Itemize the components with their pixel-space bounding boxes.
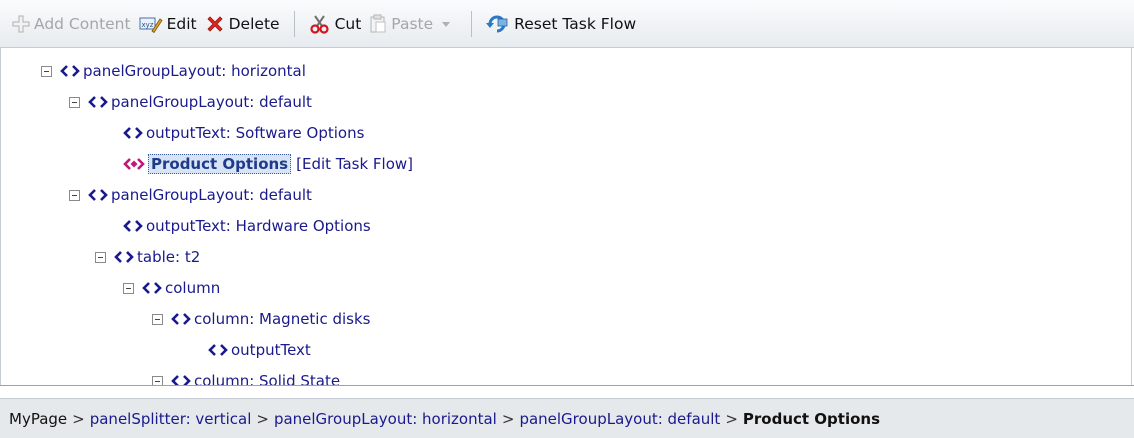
tree-node[interactable]: column (123, 275, 220, 301)
cut-button[interactable]: Cut (305, 8, 366, 40)
tree-node[interactable]: table: t2 (95, 244, 200, 270)
component-icon (60, 65, 80, 77)
edit-icon: xyz (139, 17, 163, 33)
tree-node[interactable]: outputText: Software Options (123, 120, 364, 146)
paste-icon (370, 14, 386, 32)
tree-node[interactable]: panelGroupLayout: horizontal (41, 58, 306, 84)
breadcrumb: MyPage > panelSplitter: vertical > panel… (0, 398, 1134, 438)
breadcrumb-item[interactable]: MyPage (9, 410, 67, 428)
reset-icon (486, 15, 508, 32)
component-icon (142, 282, 162, 294)
add-content-button[interactable]: Add Content (8, 8, 135, 40)
edit-button[interactable]: xyz Edit (135, 8, 201, 40)
component-icon (171, 313, 191, 325)
task-flow-icon (123, 158, 145, 170)
collapse-toggle[interactable] (123, 282, 134, 294)
component-icon (114, 251, 134, 263)
toolbar-separator (293, 10, 295, 37)
component-tree: panelGroupLayout: horizontal panelGroupL… (0, 48, 1132, 386)
cut-label: Cut (334, 14, 362, 33)
toolbar-separator (471, 10, 473, 37)
delete-icon (207, 15, 223, 32)
collapse-toggle[interactable] (69, 96, 80, 108)
collapse-toggle[interactable] (95, 251, 106, 263)
delete-label: Delete (228, 14, 280, 33)
breadcrumb-separator: > (256, 409, 269, 428)
paste-label: Paste (391, 14, 434, 33)
component-icon (208, 344, 228, 356)
cut-icon (309, 14, 329, 34)
reset-task-flow-label: Reset Task Flow (514, 14, 637, 33)
tree-node[interactable]: panelGroupLayout: default (69, 182, 312, 208)
collapse-toggle[interactable] (41, 65, 52, 77)
breadcrumb-item[interactable]: panelGroupLayout: default (519, 410, 720, 428)
tree-node[interactable]: panelGroupLayout: default (69, 89, 312, 115)
add-content-label: Add Content (34, 14, 131, 33)
collapse-toggle[interactable] (69, 189, 80, 201)
tree-node[interactable]: column: Magnetic disks (152, 306, 371, 332)
breadcrumb-item[interactable]: panelGroupLayout: horizontal (274, 410, 497, 428)
tree-node-label: outputText: Software Options (146, 124, 365, 142)
tree-node-label: panelGroupLayout: default (111, 186, 312, 204)
edit-task-flow-link[interactable]: [Edit Task Flow] (296, 155, 413, 173)
tree-node-label: panelGroupLayout: horizontal (83, 62, 306, 80)
tree-node[interactable]: outputText: Hardware Options (123, 213, 371, 239)
breadcrumb-separator: > (72, 409, 85, 428)
tree-node-label: outputText (231, 341, 311, 359)
tree-node-label: panelGroupLayout: default (111, 93, 312, 111)
component-icon (123, 127, 143, 139)
breadcrumb-separator: > (501, 409, 515, 428)
add-content-icon (12, 15, 30, 32)
tree-bottom-border (0, 385, 1134, 386)
edit-label: Edit (166, 14, 197, 33)
tree-node-label: column (165, 279, 221, 297)
svg-text:xyz: xyz (141, 21, 153, 29)
tree-node-label: table: t2 (137, 248, 201, 266)
tree-node-label: column: Solid State (194, 372, 341, 386)
component-icon (88, 189, 108, 201)
component-icon (88, 96, 108, 108)
tree-node-label: outputText: Hardware Options (146, 217, 371, 235)
toolbar: Add Content xyz Edit Delete Cut Paste Re… (0, 0, 1134, 48)
chevron-down-icon[interactable] (439, 17, 453, 31)
tree-node-label: column: Magnetic disks (194, 310, 371, 328)
reset-task-flow-button[interactable]: Reset Task Flow (482, 8, 640, 40)
component-icon (123, 220, 143, 232)
breadcrumb-item-current: Product Options (742, 409, 880, 428)
tree-node-selected[interactable]: Product Options [Edit Task Flow] (123, 151, 413, 177)
tree-node[interactable]: outputText (208, 337, 311, 363)
collapse-toggle[interactable] (152, 313, 163, 325)
paste-button[interactable]: Paste (365, 8, 461, 40)
breadcrumb-item[interactable]: panelSplitter: vertical (90, 410, 252, 428)
breadcrumb-separator: > (725, 409, 738, 428)
tree-node-label: Product Options (148, 154, 292, 174)
tree-node[interactable]: column: Solid State (152, 368, 340, 386)
delete-button[interactable]: Delete (201, 8, 284, 40)
